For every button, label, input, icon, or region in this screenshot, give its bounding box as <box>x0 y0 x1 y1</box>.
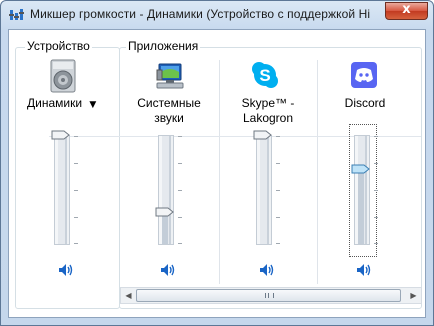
volume-mixer-window: Микшер громкости - Динамики (Устройство … <box>0 0 434 326</box>
slider-ticks <box>276 136 280 244</box>
slider-thumb[interactable] <box>351 164 370 174</box>
device-volume-slider[interactable] <box>51 130 78 250</box>
column-divider <box>317 60 318 284</box>
slider-thumb[interactable] <box>155 207 174 217</box>
skype-volume-slider[interactable] <box>253 130 280 250</box>
skype-icon: S <box>252 62 278 88</box>
mute-speaker-icon[interactable] <box>58 263 74 277</box>
close-icon: x <box>402 2 411 17</box>
slider-ticks <box>74 136 78 244</box>
slider-thumb[interactable] <box>51 130 70 140</box>
mute-speaker-icon[interactable] <box>160 263 176 277</box>
apps-group-label: Приложения <box>126 39 201 53</box>
mute-speaker-icon[interactable] <box>356 263 372 277</box>
discord-icon <box>351 62 377 88</box>
app-name: Skype™ - Lakogron <box>241 96 295 125</box>
app-name: Системные звуки <box>137 96 201 125</box>
mixer-content: Устройство Приложения Динамики ▼ Системн… <box>8 29 426 318</box>
scroll-left-icon[interactable]: ◀ <box>121 288 136 303</box>
slider-ticks <box>178 136 182 244</box>
system-sounds-icon <box>156 63 184 89</box>
horizontal-scrollbar[interactable]: ◀ ▶ <box>120 287 422 304</box>
close-button[interactable]: x <box>385 2 428 20</box>
slider-level <box>358 168 364 244</box>
discord-volume-slider[interactable] <box>351 130 378 250</box>
speaker-icon[interactable] <box>49 59 79 93</box>
title-bar[interactable]: Микшер громкости - Динамики (Устройство … <box>1 1 433 29</box>
device-name: Динамики <box>27 96 83 110</box>
system-sounds-volume-slider[interactable] <box>155 130 182 250</box>
chevron-down-icon[interactable]: ▼ <box>89 100 96 110</box>
volume-mixer-app-icon <box>9 9 24 20</box>
device-name-dropdown[interactable]: Динамики ▼ <box>27 96 115 113</box>
app-name: Discord <box>344 96 386 110</box>
svg-text:S: S <box>259 66 270 85</box>
device-group-label: Устройство <box>25 39 92 53</box>
scrollbar-thumb[interactable] <box>136 289 401 302</box>
grip-icon <box>265 293 274 298</box>
slider-track <box>54 135 70 245</box>
window-title: Микшер громкости - Динамики (Устройство … <box>30 7 370 21</box>
slider-level <box>162 215 168 244</box>
slider-ticks <box>374 136 378 244</box>
slider-thumb[interactable] <box>253 130 272 140</box>
slider-track <box>256 135 272 245</box>
mute-speaker-icon[interactable] <box>259 263 275 277</box>
column-divider <box>219 60 220 284</box>
scroll-right-icon[interactable]: ▶ <box>406 288 421 303</box>
